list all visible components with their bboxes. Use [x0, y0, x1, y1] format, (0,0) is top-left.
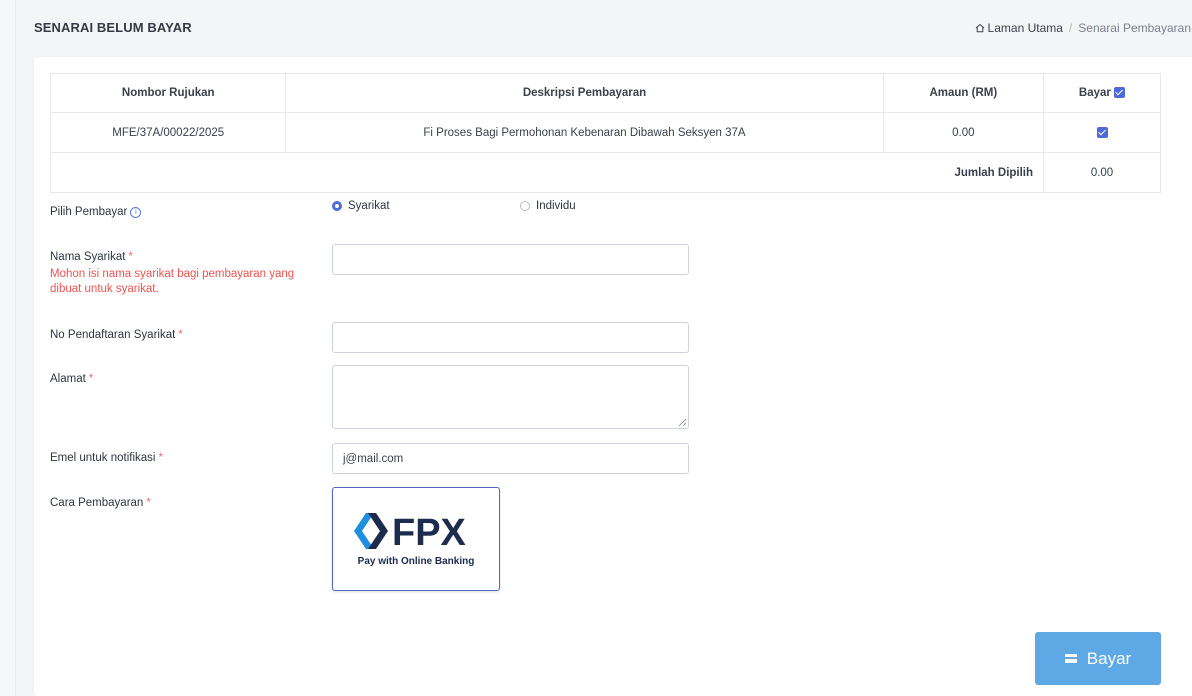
payment-method-label-wrap: Cara Pembayaran *: [50, 497, 151, 509]
row-checkbox[interactable]: [1096, 126, 1108, 138]
breadcrumb-separator: /: [1068, 20, 1073, 35]
table-header-row: Nombor Rujukan Deskripsi Pembayaran Amau…: [49, 73, 1161, 113]
pay-button[interactable]: Bayar: [1035, 632, 1161, 685]
page-header: SENARAI BELUM BAYAR Laman Utama / Senara…: [16, 0, 1192, 55]
breadcrumb-current: Senarai Pembayaran: [1078, 20, 1191, 35]
header-desc: Deskripsi Pembayaran: [285, 73, 884, 113]
credit-card-icon: [1064, 654, 1077, 663]
radio-syarikat-label[interactable]: Syarikat: [348, 200, 390, 212]
row-pay-cell: [1043, 112, 1161, 153]
pay-button-label[interactable]: Bayar: [1087, 649, 1131, 669]
page-title: SENARAI BELUM BAYAR: [34, 20, 192, 35]
email-input[interactable]: j@mail.com: [332, 443, 689, 474]
breadcrumb: Laman Utama / Senarai Pembayaran: [975, 21, 1191, 35]
email-label: Emel untuk notifikasi: [50, 452, 156, 464]
company-reg-label-wrap: No Pendaftaran Syarikat *: [50, 329, 183, 341]
company-reg-input[interactable]: [332, 322, 689, 353]
home-icon: [975, 23, 984, 32]
required-mark: *: [158, 452, 163, 464]
address-textarea[interactable]: [332, 365, 689, 429]
row-ref: MFE/37A/00022/2025: [49, 112, 287, 153]
address-label-wrap: Alamat *: [50, 373, 93, 385]
header-amount: Amaun (RM): [882, 73, 1045, 113]
radio-individu-dot[interactable]: [520, 201, 530, 211]
address-label: Alamat: [50, 373, 86, 385]
required-mark: *: [88, 373, 94, 385]
breadcrumb-home[interactable]: Laman Utama: [975, 21, 1063, 35]
email-label-wrap: Emel untuk notifikasi *: [50, 452, 163, 464]
required-mark: *: [128, 251, 133, 263]
fpx-logo: FPX: [354, 512, 467, 551]
table-row: MFE/37A/00022/2025 Fi Proses Bagi Permoh…: [49, 112, 1161, 153]
payment-method-label: Cara Pembayaran: [50, 497, 144, 509]
payer-label-wrap: Pilih Pembayar i: [50, 206, 142, 218]
row-amount: 0.00: [882, 112, 1045, 153]
header-pay: Bayar: [1043, 73, 1161, 113]
info-icon[interactable]: i: [130, 207, 142, 218]
radio-syarikat-dot[interactable]: [332, 201, 342, 211]
company-name-label: Nama Syarikat: [50, 251, 126, 263]
header-pay-label: Bayar: [1078, 87, 1111, 99]
header-ref: Nombor Rujukan: [49, 73, 287, 113]
total-value: 0.00: [1043, 152, 1161, 193]
breadcrumb-home-label[interactable]: Laman Utama: [988, 21, 1063, 35]
required-mark: *: [146, 497, 151, 509]
required-mark: *: [178, 329, 183, 341]
company-name-input[interactable]: [332, 244, 689, 275]
radio-individu-label[interactable]: Individu: [536, 200, 576, 212]
fpx-logo-text: FPX: [392, 512, 467, 551]
payment-table: Nombor Rujukan Deskripsi Pembayaran Amau…: [49, 73, 1161, 193]
company-reg-label: No Pendaftaran Syarikat: [50, 329, 176, 341]
fpx-tagline: Pay with Online Banking: [357, 556, 475, 567]
select-all-checkbox[interactable]: [1114, 87, 1126, 99]
radio-individu[interactable]: Individu: [520, 200, 576, 212]
total-label: Jumlah Dipilih: [49, 152, 1045, 193]
resize-handle[interactable]: [679, 419, 686, 426]
page-frame: SENARAI BELUM BAYAR Laman Utama / Senara…: [15, 0, 1192, 696]
total-row: Jumlah Dipilih 0.00: [49, 152, 1161, 193]
payer-label: Pilih Pembayar: [50, 206, 128, 218]
company-name-hint: Mohon isi nama syarikat bagi pembayaran …: [50, 268, 295, 295]
fpx-payment-option[interactable]: FPX Pay with Online Banking: [332, 487, 500, 591]
row-desc: Fi Proses Bagi Permohonan Kebenaran Diba…: [285, 112, 884, 153]
payment-card: Nombor Rujukan Deskripsi Pembayaran Amau…: [34, 57, 1192, 696]
radio-syarikat[interactable]: Syarikat: [332, 200, 390, 212]
company-name-label-wrap: Nama Syarikat * Mohon isi nama syarikat b…: [50, 251, 310, 297]
